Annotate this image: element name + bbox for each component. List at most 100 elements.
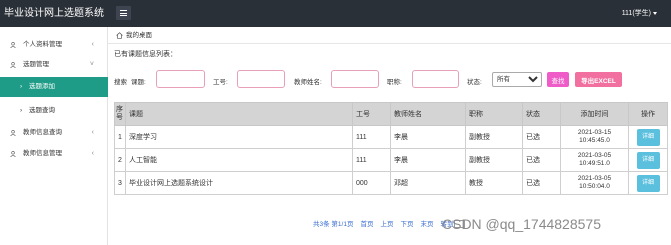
cell-title: 教授 xyxy=(465,171,523,195)
user-icon xyxy=(10,42,16,48)
user-icon xyxy=(10,62,16,68)
pager-first-link[interactable]: 首页 xyxy=(360,221,373,228)
cell-no: 2 xyxy=(114,148,126,172)
user-icon xyxy=(10,151,16,157)
user-menu[interactable]: 111(学生) xyxy=(622,0,657,27)
export-excel-button[interactable]: 导出EXCEL xyxy=(575,72,622,87)
list-title: 已有课题信息列表： xyxy=(114,51,177,58)
sidebar-item-label: 教师信息查询 xyxy=(23,129,62,136)
column-header: 职称 xyxy=(465,102,523,126)
cell-teacher: 李晨 xyxy=(390,148,466,172)
pager-prev-link[interactable]: 上页 xyxy=(380,221,393,228)
sidebar-item-label: 选题查询 xyxy=(29,107,55,114)
detail-button[interactable]: 详细 xyxy=(636,151,660,169)
chevron-right-icon: › xyxy=(20,107,23,114)
caret-down-icon xyxy=(653,11,657,15)
cell-added-time: 2021-03-05 10:50:04.0 xyxy=(560,171,629,195)
sidebar-item-profile[interactable]: 个人资料管理 ‹ xyxy=(0,35,108,55)
chevron-left-icon: ‹ xyxy=(91,41,94,48)
cell-action: 详细 xyxy=(628,125,668,149)
title-label: 职称: xyxy=(387,79,402,86)
topic-input[interactable] xyxy=(156,70,205,88)
cell-action: 详细 xyxy=(628,171,668,195)
column-header: 课题 xyxy=(125,102,353,126)
sidebar-item-topic-add[interactable]: › 选题添加 xyxy=(0,77,108,97)
pager-next-link[interactable]: 下页 xyxy=(400,221,413,228)
cell-added-time: 2021-03-15 10:45:45.0 xyxy=(560,125,629,149)
cell-id: 000 xyxy=(352,171,391,195)
topics-table: 序号 课题 工号 教师姓名 职称 状态 添加时间 操作 1 深度学习 111 李… xyxy=(114,102,668,195)
user-label: 111(学生) xyxy=(621,10,651,17)
cell-topic: 人工智能 xyxy=(125,148,353,172)
sidebar-item-topic-query[interactable]: › 选题查询 xyxy=(0,101,108,121)
menu-toggle-button[interactable] xyxy=(116,6,131,20)
cell-status: 已选 xyxy=(522,171,561,195)
top-bar: 毕业设计网上选题系统 111(学生) xyxy=(0,0,671,27)
chevron-right-icon: › xyxy=(20,83,23,90)
time-text: 10:49:51.0 xyxy=(579,160,610,167)
teacher-name-input[interactable] xyxy=(331,70,379,88)
cell-no: 3 xyxy=(114,171,126,195)
sidebar-item-label: 选题管理 xyxy=(23,61,49,68)
pager-summary: 共3条 第1/1页 xyxy=(313,221,354,228)
detail-button[interactable]: 详细 xyxy=(636,174,660,192)
chevron-down-icon: ˅ xyxy=(89,61,94,68)
app-title: 毕业设计网上选题系统 xyxy=(4,8,104,19)
chevron-left-icon: ‹ xyxy=(91,150,94,157)
table-row: 2 人工智能 111 李晨 副教授 已选 2021-03-05 10:49:51.… xyxy=(114,148,668,172)
cell-title: 副教授 xyxy=(465,125,523,149)
cell-teacher: 邓超 xyxy=(390,171,466,195)
cell-action: 详细 xyxy=(628,148,668,172)
search-prefix-label: 搜索 xyxy=(114,79,127,86)
status-label: 状态: xyxy=(467,79,482,86)
cell-title: 副教授 xyxy=(465,148,523,172)
hamburger-icon xyxy=(120,10,127,11)
sidebar-item-teacher-query[interactable]: 教师信息查询 ‹ xyxy=(0,123,108,143)
column-header: 工号 xyxy=(352,102,391,126)
cell-id: 111 xyxy=(352,125,391,149)
tab-my-desktop[interactable]: 我的桌面 xyxy=(126,27,152,44)
detail-button[interactable]: 详细 xyxy=(636,128,660,146)
sidebar-item-label: 选题添加 xyxy=(29,83,55,90)
search-form: 搜索 课题: 工号: 教师姓名: 职称: 状态: 所有 查找 导出EXCEL xyxy=(114,70,669,90)
teacher-name-label: 教师姓名: xyxy=(294,79,322,86)
sidebar: 个人资料管理 ‹ 选题管理 ˅ › 选题添加 › 选题查询 教师信息查询 ‹ 教… xyxy=(0,27,108,245)
table-row: 1 深度学习 111 李晨 副教授 已选 2021-03-15 10:45:45.… xyxy=(114,125,668,149)
column-header: 教师姓名 xyxy=(390,102,466,126)
sidebar-item-label: 教师信息管理 xyxy=(23,150,62,157)
home-icon xyxy=(116,32,123,39)
time-text: 10:50:04.0 xyxy=(579,183,610,190)
cell-status: 已选 xyxy=(522,125,561,149)
cell-topic: 深度学习 xyxy=(125,125,353,149)
date-text: 2021-03-05 xyxy=(577,175,612,182)
table-row: 3 毕业设计网上选题系统设计 000 邓超 教授 已选 2021-03-05 10… xyxy=(114,171,668,195)
column-header: 添加时间 xyxy=(560,102,629,126)
user-icon xyxy=(10,130,16,136)
time-text: 10:45:45.0 xyxy=(579,137,610,144)
column-header: 操作 xyxy=(628,102,668,126)
watermark: CSDN @qq_1744828575 xyxy=(442,216,601,232)
main-content: 已有课题信息列表： 搜索 课题: 工号: 教师姓名: 职称: 状态: 所有 查找… xyxy=(108,44,671,245)
id-label: 工号: xyxy=(213,79,228,86)
date-text: 2021-03-15 xyxy=(577,129,612,136)
pager-last-link[interactable]: 末页 xyxy=(420,221,433,228)
cell-topic: 毕业设计网上选题系统设计 xyxy=(125,171,353,195)
column-header: 序号 xyxy=(114,102,126,126)
id-input[interactable] xyxy=(237,70,285,88)
sidebar-item-teacher-manage[interactable]: 教师信息管理 ‹ xyxy=(0,144,108,164)
cell-status: 已选 xyxy=(522,148,561,172)
search-button[interactable]: 查找 xyxy=(547,72,569,87)
column-header: 状态 xyxy=(522,102,561,126)
title-input[interactable] xyxy=(412,70,459,88)
chevron-left-icon: ‹ xyxy=(91,129,94,136)
cell-no: 1 xyxy=(114,125,126,149)
status-select[interactable]: 所有 xyxy=(492,72,542,87)
topic-label: 课题: xyxy=(131,79,146,86)
breadcrumb: 我的桌面 xyxy=(108,27,671,44)
cell-id: 111 xyxy=(352,148,391,172)
cell-teacher: 李晨 xyxy=(390,125,466,149)
table-header-row: 序号 课题 工号 教师姓名 职称 状态 添加时间 操作 xyxy=(114,102,668,126)
sidebar-item-label: 个人资料管理 xyxy=(23,41,62,48)
sidebar-item-topic-manage[interactable]: 选题管理 ˅ xyxy=(0,55,108,75)
date-text: 2021-03-05 xyxy=(577,152,612,159)
